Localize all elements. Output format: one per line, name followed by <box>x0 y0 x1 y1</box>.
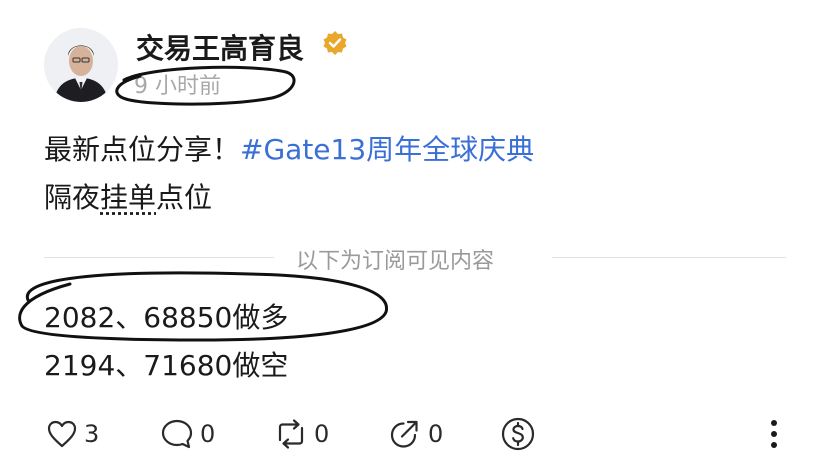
post-text-underlined: 挂单 <box>100 181 157 214</box>
author-name[interactable]: 交易王高育良 <box>136 27 304 67</box>
hashtag-link[interactable]: #Gate13周年全球庆典 <box>240 133 534 166</box>
post-text-part-a: 隔夜 <box>44 181 101 214</box>
order-short: 2194、71680做空 <box>44 349 289 382</box>
post-text-part-b: 点位 <box>156 181 213 214</box>
more-vertical-icon[interactable] <box>762 414 786 454</box>
order-long: 2082、68850做多 <box>44 301 289 334</box>
like-count: 3 <box>84 420 100 448</box>
like-button[interactable]: 3 <box>46 414 99 454</box>
repost-button[interactable]: 0 <box>274 414 329 454</box>
divider-line-right <box>552 257 786 258</box>
tip-dollar-icon <box>501 417 535 451</box>
repost-icon <box>278 419 304 449</box>
author-avatar[interactable] <box>44 28 118 102</box>
comment-icon <box>161 419 193 449</box>
heart-icon <box>47 420 77 448</box>
repost-count: 0 <box>314 420 330 448</box>
comment-button[interactable]: 0 <box>160 414 215 454</box>
post-text-line1: 最新点位分享！#Gate13周年全球庆典 <box>44 128 534 168</box>
post-timestamp: 9 小时前 <box>134 74 221 99</box>
verified-badge-icon <box>323 31 347 55</box>
tip-button[interactable] <box>500 414 536 454</box>
divider-line-left <box>44 257 274 258</box>
post-text-line2: 隔夜挂单点位 <box>44 176 212 216</box>
handdrawn-annotations <box>18 65 389 342</box>
share-count: 0 <box>428 420 444 448</box>
share-icon <box>390 420 418 448</box>
avatar-portrait <box>44 28 118 102</box>
subscriber-content-label: 以下为订阅可见内容 <box>296 249 495 274</box>
share-button[interactable]: 0 <box>388 414 443 454</box>
post-text-prefix: 最新点位分享！ <box>44 133 241 166</box>
comment-count: 0 <box>200 420 216 448</box>
